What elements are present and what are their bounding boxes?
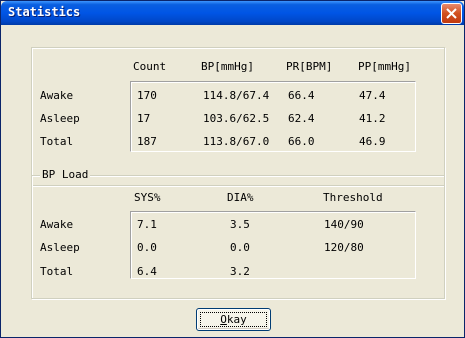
load-asleep-dia: 0.0 [230,241,250,254]
load-asleep-threshold: 120/80 [324,241,364,254]
close-icon [446,8,457,19]
load-total-dia: 3.2 [230,265,250,278]
title-bar[interactable]: Statistics [1,1,464,25]
total-pp: 46.9 [359,135,386,148]
bp-load-legend: BP Load [40,168,91,181]
load-total-sys: 6.4 [137,265,157,278]
header-bp: BP[mmHg] [201,60,254,73]
total-count: 187 [137,135,157,148]
total-bp: 113.8/67.0 [203,135,270,148]
load-awake-sys: 7.1 [137,218,157,231]
total-pr: 66.0 [288,135,315,148]
load-row-label-asleep: Asleep [40,241,80,254]
awake-bp: 114.8/67.4 [203,89,270,102]
header-sys: SYS% [134,191,161,204]
header-pr: PR[BPM] [286,60,333,73]
asleep-pp: 41.2 [359,112,386,125]
bp-load-values-box [130,211,416,279]
statistics-dialog: Statistics Count BP[mmHg] PR[BPM] PP[mmH… [0,0,465,338]
okay-label-rest: kay [226,313,247,326]
awake-pr: 66.4 [288,89,315,102]
header-dia: DIA% [227,191,254,204]
load-awake-dia: 3.5 [230,218,250,231]
dialog-body: Count BP[mmHg] PR[BPM] PP[mmHg] Awake 17… [7,25,458,333]
header-threshold: Threshold [323,191,383,204]
load-asleep-sys: 0.0 [137,241,157,254]
row-label-total: Total [40,135,74,148]
load-row-label-total: Total [40,265,74,278]
asleep-count: 17 [137,112,151,125]
header-count: Count [133,60,167,73]
close-button[interactable] [441,3,462,24]
okay-button[interactable]: Okay [196,308,271,331]
awake-pp: 47.4 [359,89,386,102]
row-label-awake: Awake [40,89,74,102]
load-row-label-awake: Awake [40,218,74,231]
okay-accelerator-key: O [220,313,227,326]
asleep-bp: 103.6/62.5 [203,112,270,125]
row-label-asleep: Asleep [40,112,80,125]
load-awake-threshold: 140/90 [324,218,364,231]
header-pp: PP[mmHg] [358,60,411,73]
asleep-pr: 62.4 [288,112,315,125]
awake-count: 170 [137,89,157,102]
window-title: Statistics [8,5,81,19]
okay-button-label: Okay [197,313,270,326]
